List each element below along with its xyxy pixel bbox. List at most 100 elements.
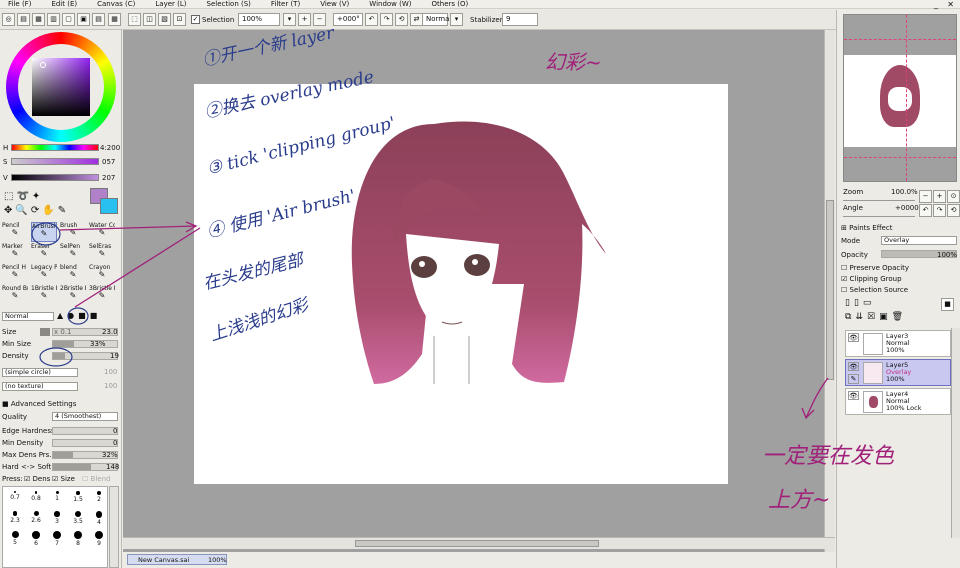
size-preset[interactable]: 4 bbox=[89, 511, 109, 526]
brush-slot[interactable]: Legacy Pen✎ bbox=[31, 264, 57, 284]
rotate-tool-icon[interactable]: ⟳ bbox=[31, 205, 42, 216]
layer-mode-select[interactable]: Overlay bbox=[881, 236, 957, 245]
close-icon[interactable]: ✕ bbox=[947, 0, 954, 9]
preset-scrollbar[interactable] bbox=[109, 486, 119, 568]
delete-layer-icon[interactable]: 🗑 bbox=[892, 312, 907, 322]
nav-zoom-out-icon[interactable]: − bbox=[919, 190, 932, 203]
size-preset[interactable]: 0.7 bbox=[5, 491, 25, 501]
size-preset[interactable]: 1.5 bbox=[68, 491, 88, 503]
size-preset[interactable]: 7 bbox=[47, 531, 67, 547]
brush-slot[interactable]: SelPen ✎ bbox=[60, 243, 86, 263]
lasso-icon[interactable]: ➰ bbox=[16, 191, 31, 202]
merge-down-icon[interactable]: ⇊ bbox=[855, 312, 867, 322]
reset-rotation-icon[interactable]: ⟲ bbox=[395, 13, 408, 26]
clipping-group-check[interactable]: ☑ Clipping Group bbox=[841, 275, 902, 283]
color-wheel-icon[interactable]: ◎ bbox=[2, 13, 15, 26]
density-slider[interactable] bbox=[52, 352, 118, 360]
rotate-right-icon[interactable]: ↷ bbox=[380, 13, 393, 26]
document-tab[interactable]: New Canvas.sai 100% bbox=[127, 554, 227, 565]
size-preset[interactable]: 2.3 bbox=[5, 511, 25, 524]
saturation-slider[interactable] bbox=[11, 158, 99, 165]
nav-rotate-right-icon[interactable]: ↷ bbox=[933, 204, 946, 217]
color-slider-icon[interactable]: ▤ bbox=[17, 13, 30, 26]
stabilizer-select[interactable]: 9 bbox=[502, 13, 538, 26]
layer-list-scrollbar[interactable] bbox=[951, 328, 960, 538]
magic-wand-icon[interactable]: ✦ bbox=[32, 191, 43, 202]
menu-edit[interactable]: Edit (E) bbox=[51, 0, 77, 8]
brush-slot[interactable]: Pencil H ✎ bbox=[2, 264, 28, 284]
layer-item[interactable]: 👁 Layer4 Normal 100% Lock bbox=[845, 388, 951, 415]
brush-slot[interactable]: Water Color✎ bbox=[89, 222, 115, 242]
eyedropper-icon[interactable]: ✎ bbox=[58, 205, 69, 216]
minsize-slider[interactable] bbox=[52, 340, 118, 348]
nav-rotate-left-icon[interactable]: ↶ bbox=[919, 204, 932, 217]
brush-slot[interactable]: Pencil ✎ bbox=[2, 222, 28, 242]
new-linework-icon[interactable]: ▯ bbox=[854, 298, 863, 308]
nav-rotate-reset-icon[interactable]: ⟲ bbox=[947, 204, 960, 217]
brush-shape-select[interactable]: (simple circle) bbox=[2, 368, 78, 377]
menu-others[interactable]: Others (O) bbox=[432, 0, 469, 8]
size-preset[interactable]: 6 bbox=[26, 531, 46, 547]
blend-dropdown-icon[interactable]: ▾ bbox=[450, 13, 463, 26]
brush-slot[interactable]: Eraser ✎ bbox=[31, 243, 57, 263]
merge-layer-icon[interactable]: ▣ bbox=[879, 312, 892, 322]
rotate-left-icon[interactable]: ↶ bbox=[365, 13, 378, 26]
menu-filter[interactable]: Filter (T) bbox=[271, 0, 300, 8]
crop-icon[interactable]: ⊡ bbox=[173, 13, 186, 26]
tool-panel-icon[interactable]: ▦ bbox=[108, 13, 121, 26]
minimize-icon[interactable]: _ bbox=[934, 0, 938, 9]
zoom-dropdown-icon[interactable]: ▾ bbox=[283, 13, 296, 26]
size-preset[interactable]: 3 bbox=[47, 511, 67, 525]
zoom-input[interactable]: 100% bbox=[238, 13, 280, 26]
rotation-input[interactable]: +000° bbox=[333, 13, 363, 26]
brush-slot[interactable]: 3Bristle Brush✎ bbox=[89, 285, 115, 305]
advanced-settings-header[interactable]: ■ Advanced Settings bbox=[2, 400, 76, 408]
color-picker-cursor[interactable] bbox=[40, 62, 46, 68]
size-preset[interactable]: 8 bbox=[68, 531, 88, 547]
horizontal-scrollbar[interactable] bbox=[123, 537, 835, 549]
selection-checkbox[interactable]: ✓ bbox=[191, 15, 200, 24]
brush-slot[interactable]: Round Brush✎ bbox=[2, 285, 28, 305]
brush-slot[interactable]: blend ✎ bbox=[60, 264, 86, 284]
layer-mask-icon[interactable]: ■ bbox=[941, 298, 954, 311]
clipping-brush-icon[interactable]: ✎ bbox=[848, 374, 859, 384]
layer-panel-icon[interactable]: ▤ bbox=[92, 13, 105, 26]
vertical-scrollbar[interactable] bbox=[824, 30, 835, 553]
visibility-eye-icon[interactable]: 👁 bbox=[848, 362, 859, 371]
nav-zoom-in-icon[interactable]: + bbox=[933, 190, 946, 203]
new-layer-icon[interactable]: ▯ bbox=[845, 298, 854, 308]
visibility-eye-icon[interactable]: 👁 bbox=[848, 391, 859, 400]
show-selection-icon[interactable]: ▧ bbox=[158, 13, 171, 26]
layer-item-selected[interactable]: 👁 ✎ Layer5 Overlay 100% bbox=[845, 359, 951, 386]
menu-window[interactable]: Window (W) bbox=[369, 0, 411, 8]
size-preset[interactable]: 5 bbox=[5, 531, 25, 546]
brush-texture-select[interactable]: (no texture) bbox=[2, 382, 78, 391]
blend-mode-select[interactable]: Normal bbox=[422, 13, 451, 26]
nav-zoom-reset-icon[interactable]: ⊙ bbox=[947, 190, 960, 203]
size-preset[interactable]: 2 bbox=[89, 491, 109, 503]
quality-select[interactable]: 4 (Smoothest) bbox=[52, 412, 118, 421]
brush-slot[interactable]: Marker ✎ bbox=[2, 243, 28, 263]
color-wheel[interactable] bbox=[6, 32, 116, 142]
value-slider[interactable] bbox=[11, 174, 99, 181]
menu-view[interactable]: View (V) bbox=[320, 0, 349, 8]
brush-slot[interactable]: 1Bristle Brush✎ bbox=[31, 285, 57, 305]
paints-effect-header[interactable]: ⊞ Paints Effect bbox=[841, 224, 892, 232]
vertical-scroll-thumb[interactable] bbox=[826, 200, 834, 380]
invert-selection-icon[interactable]: ◫ bbox=[143, 13, 156, 26]
preserve-opacity-check[interactable]: ☐ Preserve Opacity bbox=[841, 264, 909, 272]
zoom-tool-icon[interactable]: 🔍 bbox=[15, 205, 30, 216]
brush-tip-shapes[interactable]: ▲●■■ bbox=[57, 311, 120, 322]
brush-slot[interactable]: Brush ✎ bbox=[60, 222, 86, 242]
secondary-color-swatch[interactable] bbox=[100, 198, 118, 214]
size-preset[interactable]: 2.6 bbox=[26, 511, 46, 524]
size-preset[interactable]: 3.5 bbox=[68, 511, 88, 525]
pressure-size-check[interactable]: ☑ Size bbox=[52, 475, 75, 483]
rect-select-icon[interactable]: ⬚ bbox=[4, 191, 16, 202]
navigator-icon[interactable]: ▣ bbox=[77, 13, 90, 26]
brush-slot[interactable]: AirBrush ✎ bbox=[31, 222, 57, 242]
selection-source-check[interactable]: ☐ Selection Source bbox=[841, 286, 908, 294]
layer-item[interactable]: 👁 Layer3 Normal 100% bbox=[845, 330, 951, 357]
brush-mode-select[interactable]: Normal bbox=[2, 312, 54, 321]
new-folder-icon[interactable]: ▭ bbox=[863, 298, 876, 308]
